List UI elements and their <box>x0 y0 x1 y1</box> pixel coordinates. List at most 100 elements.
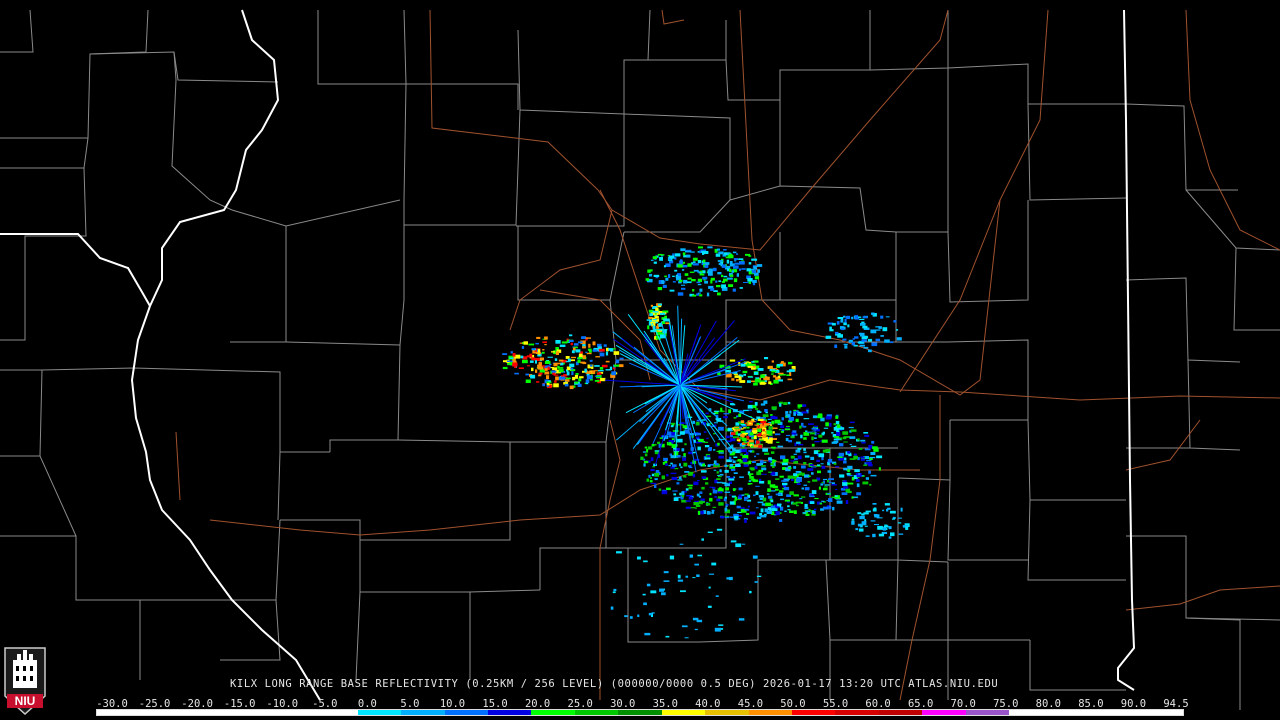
echo-pixel <box>554 358 558 361</box>
echo-pixel <box>744 441 748 444</box>
echo-pixel <box>836 432 841 436</box>
echo-pixel <box>753 494 756 497</box>
echo-pixel <box>818 453 825 458</box>
echo-pixel <box>753 444 759 448</box>
echo-pixel <box>754 466 758 470</box>
echo-pixel <box>900 507 903 512</box>
echo-pixel <box>738 465 741 467</box>
echo-pixel <box>805 430 808 432</box>
echo-pixel <box>848 426 854 429</box>
echo-pixel <box>737 499 742 501</box>
echo-pixel <box>674 253 681 257</box>
echo-pixel <box>643 460 649 464</box>
echo-pixel <box>860 458 865 461</box>
echo-pixel <box>761 465 766 467</box>
echo-pixel <box>766 511 772 514</box>
echo-pixel <box>736 460 742 462</box>
echo-pixel <box>871 342 878 347</box>
echo-pixel <box>778 429 782 431</box>
echo-pixel <box>535 369 538 373</box>
echo-pixel <box>577 383 582 387</box>
echo-pixel <box>699 288 703 292</box>
echo-pixel <box>863 346 869 349</box>
echo-pixel <box>674 496 681 499</box>
echo-pixel <box>732 288 736 292</box>
echo-pixel <box>786 478 790 481</box>
echo-pixel <box>736 379 739 382</box>
echo-pixel <box>843 315 846 318</box>
county-border <box>404 83 519 110</box>
echo-pixel <box>698 271 702 274</box>
echo-pixel <box>835 466 840 468</box>
echo-pixel <box>839 443 844 447</box>
echo-pixel <box>743 427 746 429</box>
echo-pixel <box>663 580 670 582</box>
echo-pixel <box>769 484 776 488</box>
echo-pixel <box>551 351 555 353</box>
echo-pixel <box>779 403 782 407</box>
echo-pixel <box>791 434 795 437</box>
echo-pixel <box>749 511 756 515</box>
county-border <box>896 68 949 233</box>
echo-pixel <box>692 420 695 424</box>
colorbar-swatch <box>314 710 358 715</box>
echo-pixel <box>842 338 847 341</box>
echo-pixel <box>681 448 685 452</box>
echo-pixel <box>781 480 787 482</box>
county-border <box>1027 499 1126 581</box>
echo-pixel <box>514 372 519 375</box>
echo-pixel <box>817 470 821 474</box>
echo-pixel <box>521 346 525 349</box>
niu-logo: NIU <box>3 646 47 716</box>
echo-pixel <box>572 376 576 381</box>
echo-pixel <box>812 479 818 482</box>
echo-pixel <box>733 472 738 474</box>
echo-pixel <box>742 458 748 463</box>
echo-pixel <box>570 367 574 370</box>
echo-pixel <box>692 294 697 297</box>
echo-pixel <box>741 448 747 453</box>
echo-pixel <box>856 483 860 488</box>
echo-pixel <box>731 378 735 381</box>
echo-pixel <box>740 453 743 456</box>
colorbar-swatch <box>270 710 315 715</box>
echo-pixel <box>824 486 828 488</box>
echo-pixel <box>724 516 729 519</box>
echo-pixel <box>647 269 651 273</box>
echo-pixel <box>654 478 658 481</box>
echo-pixel <box>756 575 762 577</box>
echo-pixel <box>656 330 662 332</box>
echo-pixel <box>585 351 588 353</box>
echo-pixel <box>597 370 604 372</box>
echo-pixel <box>782 462 788 466</box>
echo-pixel <box>654 450 660 452</box>
echo-pixel <box>544 371 550 375</box>
echo-pixel <box>842 480 847 483</box>
echo-pixel <box>795 419 798 422</box>
echo-pixel <box>870 520 876 522</box>
echo-pixel <box>717 272 722 275</box>
colorbar-swatch <box>705 710 749 715</box>
echo-pixel <box>740 424 746 426</box>
echo-pixel <box>793 412 796 416</box>
echo-pixel <box>827 458 833 463</box>
echo-pixel <box>748 262 752 265</box>
echo-pixel <box>644 453 648 457</box>
echo-pixel <box>789 410 792 414</box>
echo-pixel <box>822 506 829 510</box>
radar-map: NIU KILX LONG RANGE BASE REFLECTIVITY (0… <box>0 0 1280 720</box>
echo-pixel <box>668 464 671 467</box>
echo-pixel <box>851 518 855 521</box>
echo-pixel <box>740 363 746 367</box>
echo-pixel <box>711 562 717 566</box>
echo-pixel <box>805 510 811 512</box>
echo-pixel <box>813 425 818 428</box>
echo-pixel <box>743 282 749 283</box>
echo-pixel <box>789 369 795 372</box>
echo-pixel <box>715 280 718 283</box>
echo-pixel <box>747 404 754 409</box>
echo-pixel <box>564 383 569 387</box>
echo-pixel <box>574 381 579 384</box>
echo-pixel <box>797 413 801 416</box>
state-border <box>130 9 321 701</box>
